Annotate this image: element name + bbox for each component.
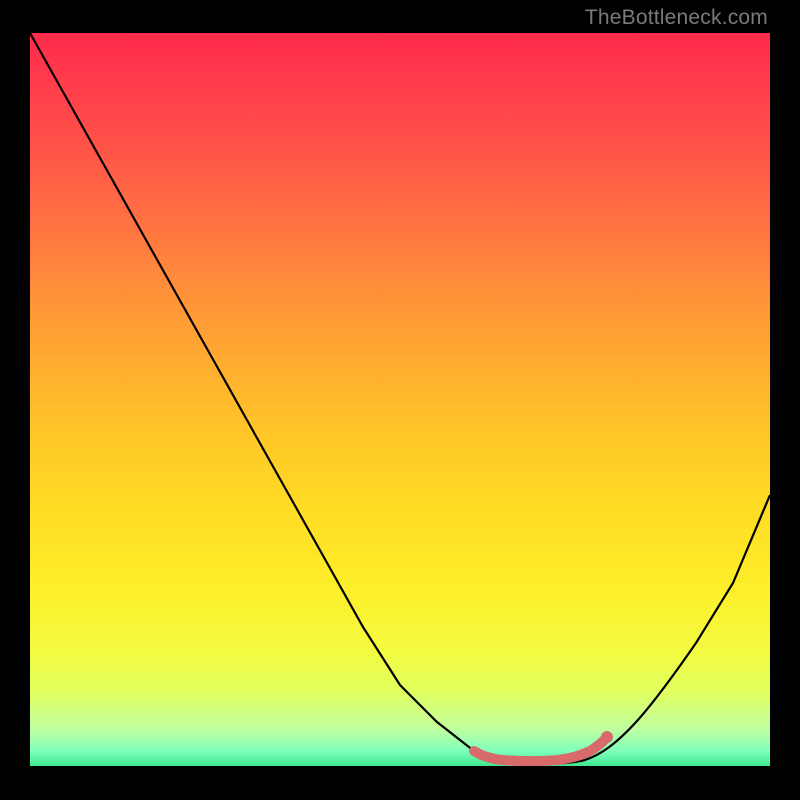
frame-bottom	[0, 766, 800, 800]
chart-svg	[30, 33, 770, 766]
frame-left	[0, 0, 30, 800]
trough-marker	[474, 737, 607, 761]
curve-line	[30, 33, 770, 764]
plot-gradient-background	[30, 33, 770, 766]
trough-end-dot	[601, 731, 613, 743]
frame-right	[770, 0, 800, 800]
watermark-text: TheBottleneck.com	[585, 6, 768, 30]
